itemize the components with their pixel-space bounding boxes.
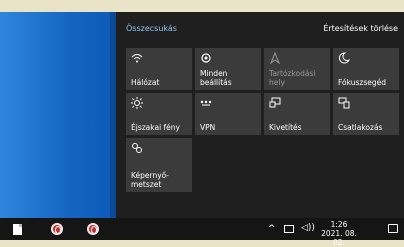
document-app-icon[interactable] <box>13 224 22 235</box>
tile-label: Minden beállítás <box>200 69 232 87</box>
tile-project[interactable]: Kivetítés <box>264 93 330 135</box>
action-center-icon[interactable] <box>388 224 398 233</box>
moon-icon <box>338 52 351 64</box>
connect-icon <box>338 97 350 109</box>
tile-label: Kivetítés <box>269 123 302 132</box>
screen-snip-icon <box>131 142 143 154</box>
project-icon <box>269 97 281 109</box>
tile-label: Tartózkodási hely <box>269 69 316 87</box>
tile-vpn[interactable]: VPN <box>195 93 261 135</box>
clock-time: 1:26 <box>330 220 348 229</box>
tile-focus-assist[interactable]: Fókuszsegéd <box>333 48 399 90</box>
volume-icon[interactable]: ◁)) <box>301 223 315 233</box>
chevron-up-icon[interactable]: ^ <box>268 224 276 234</box>
tile-night-light[interactable]: Éjszakai fény <box>126 93 192 135</box>
tile-location[interactable]: Tartózkodási hely <box>264 48 330 90</box>
tile-label: VPN <box>200 123 216 132</box>
sun-icon <box>131 97 143 109</box>
taskbar: ^ ◁)) 1:26 2021. 08. 02. <box>0 218 404 247</box>
tile-network[interactable]: Hálózat <box>126 48 192 90</box>
network-icon[interactable] <box>284 225 294 233</box>
tile-connect[interactable]: Csatlakozás <box>333 93 399 135</box>
action-center-header: Összecsukás Értesítések törlése <box>126 24 404 38</box>
action-center-panel: Összecsukás Értesítések törlése Hálózat … <box>116 12 404 218</box>
clock[interactable]: 1:26 2021. 08. 02. <box>318 220 360 247</box>
location-icon <box>269 51 281 65</box>
opera-icon[interactable] <box>51 223 63 235</box>
collapse-link[interactable]: Összecsukás <box>126 24 177 33</box>
tile-label: Csatlakozás <box>338 123 383 132</box>
tile-label: Képernyő-metszet <box>131 171 169 189</box>
clear-notifications-link[interactable]: Értesítések törlése <box>323 24 398 33</box>
gear-icon <box>200 52 212 64</box>
vpn-icon <box>200 97 212 109</box>
tile-all-settings[interactable]: Minden beállítás <box>195 48 261 90</box>
desktop-background <box>0 12 116 218</box>
tile-label: Éjszakai fény <box>131 123 180 132</box>
tile-label: Hálózat <box>131 78 160 87</box>
tile-label: Fókuszsegéd <box>338 78 387 87</box>
opera-icon-2[interactable] <box>87 223 99 235</box>
wifi-icon <box>131 52 143 64</box>
tile-screen-snip[interactable]: Képernyő-metszet <box>126 138 192 192</box>
clock-date: 2021. 08. 02. <box>321 229 357 247</box>
